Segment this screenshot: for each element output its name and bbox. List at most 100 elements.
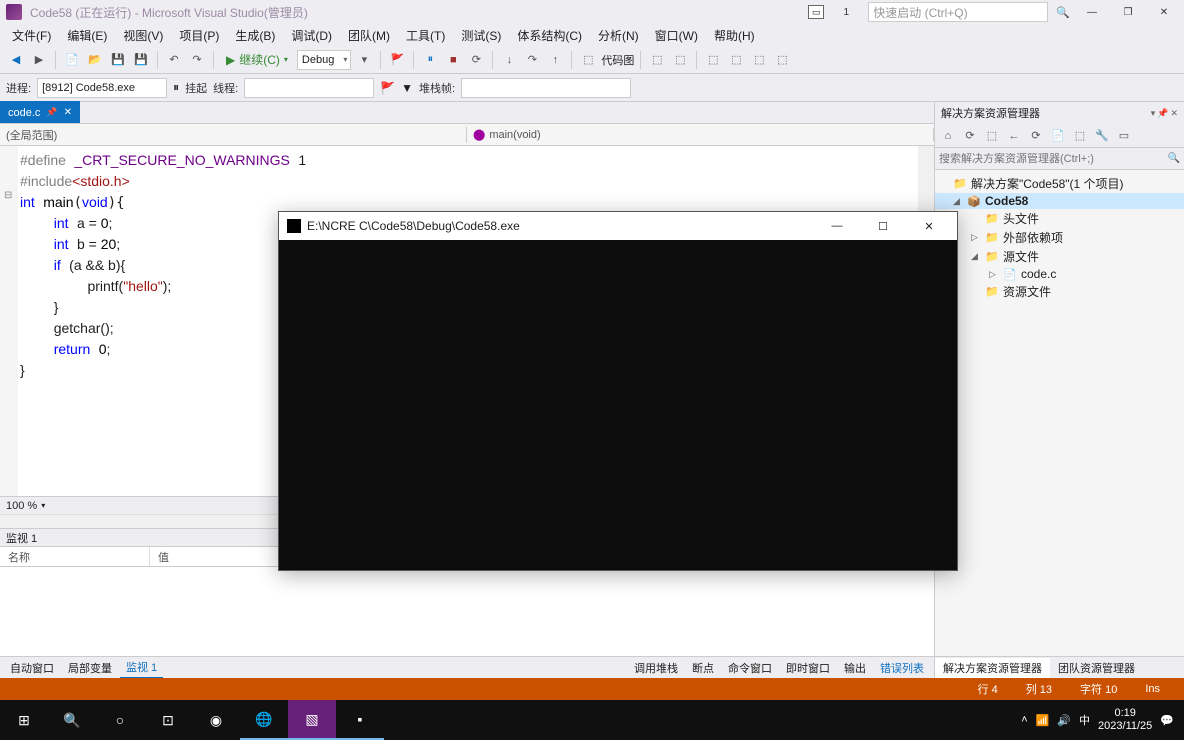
menu-help[interactable]: 帮助(H) (706, 25, 763, 46)
tray-chevron-icon[interactable]: ˄ (1021, 714, 1027, 726)
continue-button[interactable]: ▶继续(C)▾ (220, 50, 294, 70)
se-search-input[interactable] (939, 153, 1168, 165)
cortana-icon[interactable]: ○ (96, 700, 144, 740)
pause-icon[interactable]: ⏸ (420, 50, 440, 70)
stackframe-dropdown[interactable] (461, 78, 631, 98)
se-search-icon[interactable]: 🔍 (1168, 153, 1180, 164)
step-over-icon[interactable]: ↷ (522, 50, 542, 70)
codemap-label[interactable]: 代码图 (601, 52, 634, 68)
project-node[interactable]: ◢📦Code58 (935, 193, 1184, 209)
taskview-icon[interactable]: ⊡ (144, 700, 192, 740)
se-dropdown-icon[interactable]: ▾ (1151, 108, 1156, 119)
console-title-bar[interactable]: E:\NCRE C\Code58\Debug\Code58.exe — ☐ ✕ (279, 212, 957, 240)
vs-taskbar-icon[interactable]: ▧ (288, 700, 336, 740)
thread-flag-icon[interactable]: 🚩 (380, 81, 395, 95)
nav-back-icon[interactable]: ◀ (6, 50, 26, 70)
search-button[interactable]: 🔍 (48, 700, 96, 740)
sources-node[interactable]: ◢📁源文件 (935, 247, 1184, 266)
undo-icon[interactable]: ↶ (164, 50, 184, 70)
menu-team[interactable]: 团队(M) (340, 25, 398, 46)
quick-launch-input[interactable]: 快速启动 (Ctrl+Q) (868, 2, 1048, 22)
menu-build[interactable]: 生成(B) (227, 25, 283, 46)
tab-close-icon[interactable]: ✕ (64, 107, 72, 118)
thread-filter-icon[interactable]: ▼ (401, 81, 413, 95)
pin-icon[interactable]: 📌 (46, 107, 57, 118)
se-props-icon[interactable]: 🔧 (1093, 127, 1111, 145)
steam-icon[interactable]: ◉ (192, 700, 240, 740)
menu-view[interactable]: 视图(V) (115, 25, 171, 46)
se-showall-icon[interactable]: 📄 (1049, 127, 1067, 145)
menu-test[interactable]: 测试(S) (453, 25, 509, 46)
se-collapse-icon[interactable]: ⬚ (1071, 127, 1089, 145)
se-back-icon[interactable]: ← (1005, 127, 1023, 145)
redo-icon[interactable]: ↷ (187, 50, 207, 70)
console-maximize[interactable]: ☐ (863, 212, 903, 240)
codemap-icon[interactable]: ⬚ (578, 50, 598, 70)
se-pin-icon[interactable]: 📌 (1157, 108, 1168, 119)
se-refresh-icon[interactable]: ⟳ (961, 127, 979, 145)
tab-watch[interactable]: 监视 1 (120, 657, 163, 679)
step-out-icon[interactable]: ↑ (545, 50, 565, 70)
tab-errorlist[interactable]: 错误列表 (874, 658, 930, 678)
se-fwd-icon[interactable]: ⟳ (1027, 127, 1045, 145)
codefile-node[interactable]: ▷📄code.c (935, 266, 1184, 282)
watch-col-name[interactable]: 名称 (0, 547, 150, 566)
menu-architecture[interactable]: 体系结构(C) (509, 25, 590, 46)
saveall-icon[interactable]: 💾 (131, 50, 151, 70)
tab-locals[interactable]: 局部变量 (62, 658, 118, 678)
tab-breakpoints[interactable]: 断点 (686, 658, 720, 678)
se-search[interactable]: 🔍 (935, 148, 1184, 170)
se-close-icon[interactable]: ✕ (1170, 108, 1178, 119)
console-minimize[interactable]: — (817, 212, 857, 240)
restart-icon[interactable]: ⟳ (466, 50, 486, 70)
se-tab-solution[interactable]: 解决方案资源管理器 (935, 658, 1050, 678)
ime-indicator[interactable]: 中 (1079, 712, 1090, 728)
thread-dropdown[interactable] (244, 78, 374, 98)
menu-edit[interactable]: 编辑(E) (59, 25, 115, 46)
chrome-icon[interactable]: 🌐 (240, 700, 288, 740)
clock[interactable]: 0:19 2023/11/25 (1098, 707, 1152, 733)
outline-collapse-icon[interactable]: ⊟ (4, 190, 12, 201)
watch-body[interactable] (0, 567, 934, 656)
menu-window[interactable]: 窗口(W) (647, 25, 706, 46)
tb-ext5-icon[interactable]: ⬚ (772, 50, 792, 70)
solution-node[interactable]: 📁解决方案"Code58"(1 个项目) (935, 174, 1184, 193)
member-dropdown[interactable]: ⬤ main(void) (467, 128, 934, 141)
volume-icon[interactable]: 🔊 (1057, 714, 1071, 727)
se-tree[interactable]: 📁解决方案"Code58"(1 个项目) ◢📦Code58 📁头文件 ▷📁外部依… (935, 170, 1184, 656)
menu-analyze[interactable]: 分析(N) (590, 25, 647, 46)
tab-callstack[interactable]: 调用堆栈 (628, 658, 684, 678)
external-node[interactable]: ▷📁外部依赖项 (935, 228, 1184, 247)
scope-dropdown[interactable]: (全局范围) (0, 127, 467, 143)
headers-node[interactable]: 📁头文件 (935, 209, 1184, 228)
console-window[interactable]: E:\NCRE C\Code58\Debug\Code58.exe — ☐ ✕ (278, 211, 958, 571)
se-home-icon[interactable]: ⌂ (939, 127, 957, 145)
se-tab-team[interactable]: 团队资源管理器 (1050, 658, 1143, 678)
menu-debug[interactable]: 调试(D) (283, 25, 340, 46)
restore-button[interactable]: ❐ (1114, 2, 1142, 22)
suspend-icon[interactable]: ⏸ (173, 80, 179, 95)
start-button[interactable]: ⊞ (0, 700, 48, 740)
new-icon[interactable]: 📄 (62, 50, 82, 70)
se-preview-icon[interactable]: ▭ (1115, 127, 1133, 145)
hex-icon[interactable]: ⬚ (647, 50, 667, 70)
tb-ext1-icon[interactable]: ⬚ (670, 50, 690, 70)
menu-tools[interactable]: 工具(T) (398, 25, 453, 46)
notification-icon[interactable]: ▭ (808, 5, 824, 19)
close-button[interactable]: ✕ (1150, 2, 1178, 22)
nav-fwd-icon[interactable]: ▶ (29, 50, 49, 70)
notifications-icon[interactable]: 💬 (1160, 714, 1174, 727)
save-icon[interactable]: 💾 (108, 50, 128, 70)
stop-icon[interactable]: ■ (443, 50, 463, 70)
search-icon[interactable]: 🔍 (1056, 6, 1070, 19)
tb-ext4-icon[interactable]: ⬚ (749, 50, 769, 70)
console-taskbar-icon[interactable]: ▪ (336, 700, 384, 740)
menu-project[interactable]: 项目(P) (171, 25, 227, 46)
open-icon[interactable]: 📂 (85, 50, 105, 70)
flag-icon[interactable]: 🚩 (387, 50, 407, 70)
tab-code-c[interactable]: code.c 📌 ✕ (0, 101, 80, 123)
console-body[interactable] (279, 240, 957, 570)
se-nav-icon[interactable]: ⬚ (983, 127, 1001, 145)
minimize-button[interactable]: — (1078, 2, 1106, 22)
wifi-icon[interactable]: 📶 (1036, 714, 1050, 727)
